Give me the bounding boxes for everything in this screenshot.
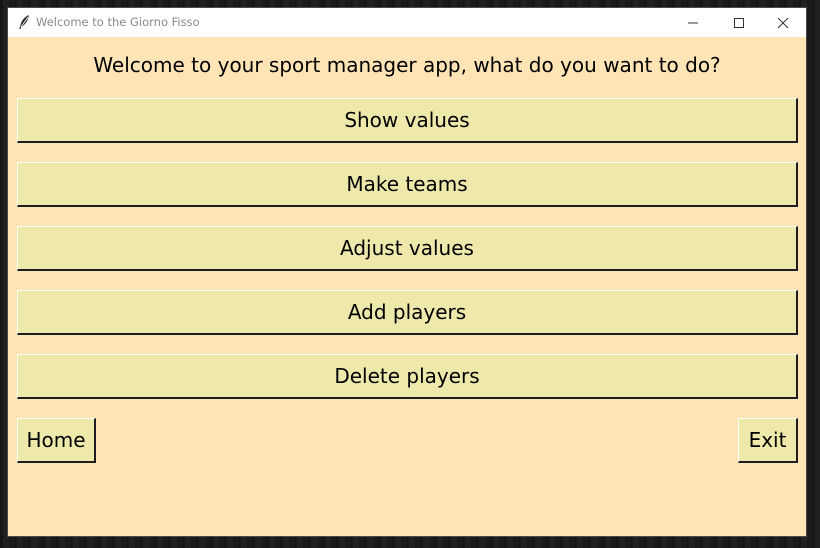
app-window: Welcome to the Giorno Fisso Welcome to y… — [7, 7, 807, 537]
close-icon — [777, 17, 789, 28]
minimize-icon — [688, 22, 698, 23]
window-title: Welcome to the Giorno Fisso — [36, 15, 200, 29]
adjust-values-button[interactable]: Adjust values — [17, 226, 798, 271]
maximize-button[interactable] — [716, 8, 762, 37]
close-button[interactable] — [760, 8, 806, 37]
welcome-heading: Welcome to your sport manager app, what … — [93, 53, 721, 77]
minimize-button[interactable] — [670, 8, 716, 37]
add-players-button[interactable]: Add players — [17, 290, 798, 335]
exit-button[interactable]: Exit — [738, 418, 798, 463]
desktop-background: Welcome to the Giorno Fisso Welcome to y… — [0, 0, 820, 548]
maximize-icon — [734, 17, 744, 28]
show-values-button[interactable]: Show values — [17, 98, 798, 143]
make-teams-button[interactable]: Make teams — [17, 162, 798, 207]
home-button[interactable]: Home — [17, 418, 96, 463]
title-bar[interactable]: Welcome to the Giorno Fisso — [8, 8, 806, 37]
feather-icon — [17, 14, 31, 30]
delete-players-button[interactable]: Delete players — [17, 354, 798, 399]
